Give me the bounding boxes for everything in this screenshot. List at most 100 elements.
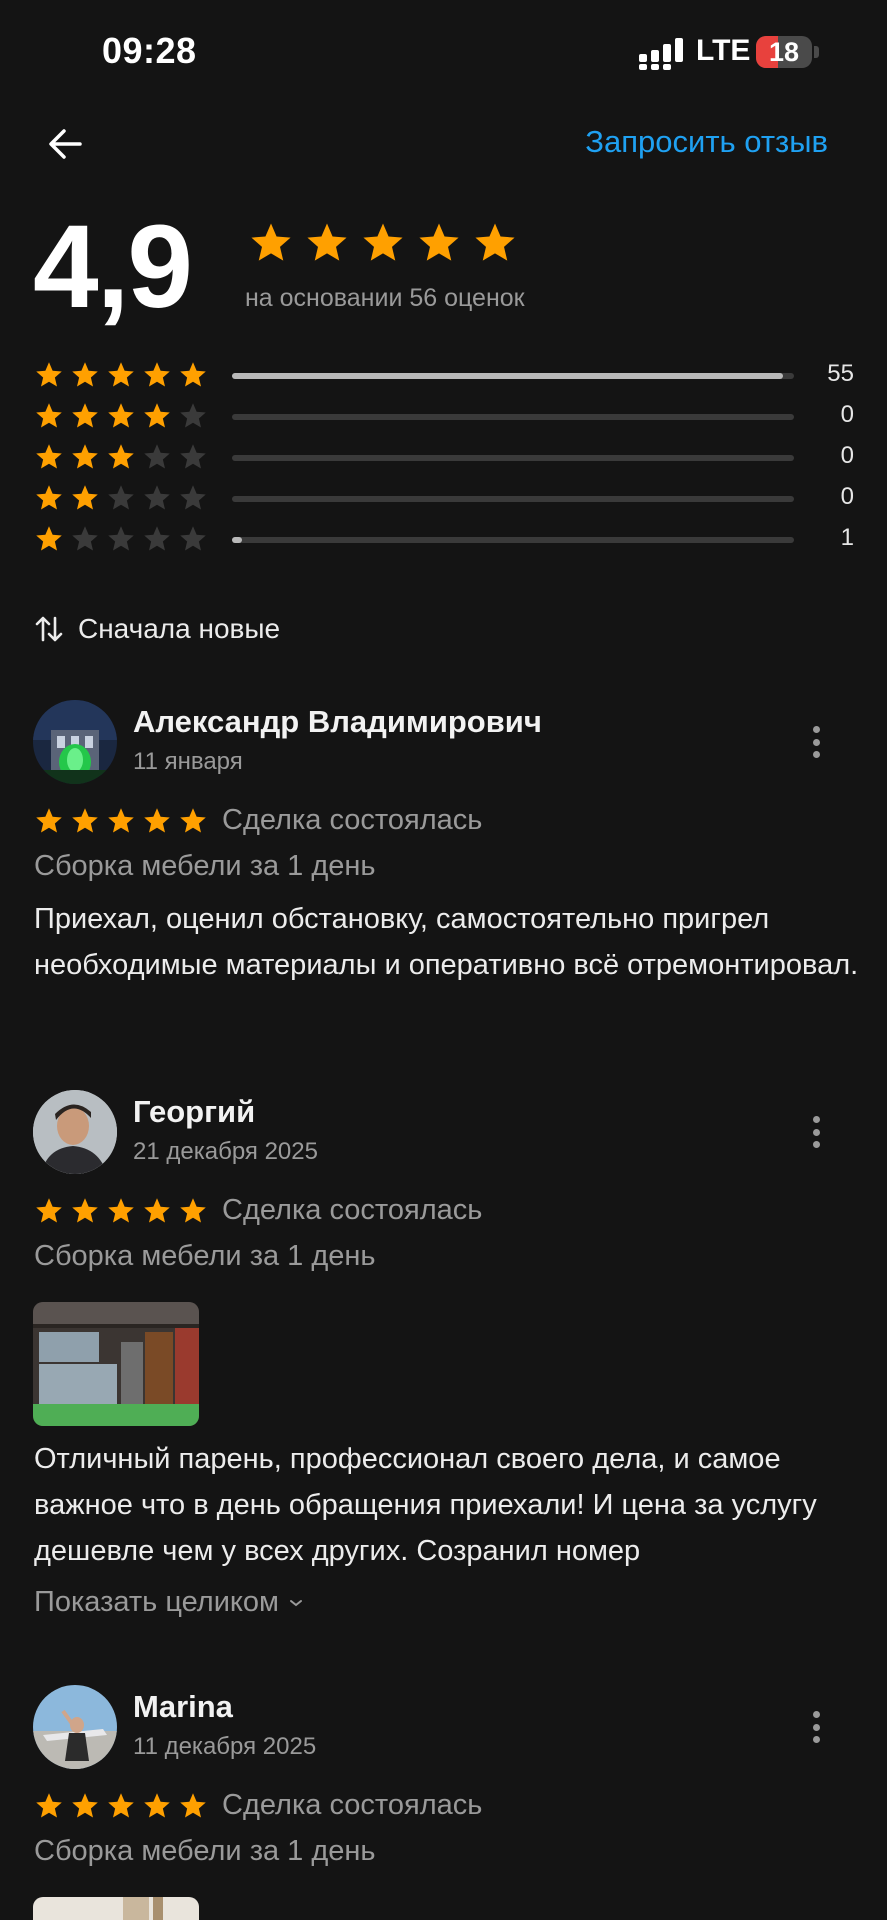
review-service: Сборка мебели за 1 день	[34, 1835, 376, 1867]
star-filled-icon	[180, 362, 206, 387]
star-filled-icon	[36, 1197, 62, 1222]
distribution-stars	[34, 524, 208, 554]
status-time: 09:28	[102, 30, 197, 71]
distribution-count: 0	[840, 442, 854, 469]
star-filled-icon	[307, 223, 347, 261]
star-filled-icon	[36, 444, 62, 469]
avatar[interactable]	[33, 1685, 117, 1769]
status-bar: 09:28 LTE 18	[0, 0, 887, 100]
review-service: Сборка мебели за 1 день	[34, 850, 376, 882]
star-empty-icon	[144, 485, 170, 510]
more-options-icon[interactable]	[806, 722, 826, 762]
star-filled-icon	[144, 403, 170, 428]
review-date: 11 декабря 2025	[133, 1733, 317, 1760]
more-options-icon[interactable]	[806, 1112, 826, 1152]
star-filled-icon	[108, 362, 134, 387]
avatar[interactable]	[33, 1090, 117, 1174]
chevron-down-icon	[290, 1599, 302, 1606]
star-filled-icon	[72, 1197, 98, 1222]
distribution-row: 0	[34, 483, 854, 513]
star-filled-icon	[72, 403, 98, 428]
distribution-bar	[232, 537, 794, 543]
star-filled-icon	[180, 1792, 206, 1817]
distribution-row: 0	[34, 442, 854, 472]
distribution-bar	[232, 414, 794, 420]
review-author[interactable]: Александр Владимирович	[133, 704, 542, 740]
review-author[interactable]: Георгий	[133, 1094, 255, 1130]
star-empty-icon	[180, 403, 206, 428]
star-empty-icon	[72, 526, 98, 551]
sort-button[interactable]: Сначала новые	[34, 613, 280, 645]
star-filled-icon	[144, 1197, 170, 1222]
star-filled-icon	[72, 807, 98, 832]
star-filled-icon	[180, 807, 206, 832]
battery-icon: 18	[756, 36, 812, 68]
distribution-count: 0	[840, 483, 854, 510]
distribution-count: 1	[840, 524, 854, 551]
star-empty-icon	[144, 444, 170, 469]
distribution-stars	[34, 442, 208, 472]
star-filled-icon	[108, 444, 134, 469]
review-rating: Сделка состоялась	[34, 804, 482, 837]
avatar[interactable]	[33, 700, 117, 784]
star-filled-icon	[108, 807, 134, 832]
battery-percent: 18	[768, 37, 800, 67]
review-stars	[34, 1196, 208, 1226]
star-filled-icon	[144, 1792, 170, 1817]
star-filled-icon	[36, 807, 62, 832]
sort-label: Сначала новые	[78, 613, 281, 644]
show-more-label: Показать целиком	[34, 1586, 279, 1618]
distribution-bar	[232, 455, 794, 461]
summary-stars	[248, 220, 518, 266]
review-text: Отличный парень, профессионал своего дел…	[34, 1443, 817, 1567]
distribution-row: 1	[34, 524, 854, 554]
review-date: 11 января	[133, 748, 243, 775]
show-more-button[interactable]: Показать целиком	[34, 1586, 303, 1619]
distribution-row: 0	[34, 401, 854, 431]
distribution-bar-fill	[232, 537, 243, 543]
review-author[interactable]: Marina	[133, 1689, 233, 1725]
review-photo[interactable]	[33, 1302, 199, 1426]
star-empty-icon	[144, 526, 170, 551]
star-filled-icon	[475, 223, 515, 261]
star-filled-icon	[419, 223, 459, 261]
review-date: 21 декабря 2025	[133, 1138, 318, 1165]
distribution-count: 0	[840, 401, 854, 428]
average-rating: 4,9	[33, 201, 193, 333]
network-type: LTE	[696, 34, 751, 67]
distribution-bar-fill	[232, 373, 783, 379]
battery-tip	[814, 46, 819, 58]
review-photo[interactable]	[33, 1897, 199, 1920]
distribution-stars	[34, 483, 208, 513]
star-filled-icon	[144, 807, 170, 832]
review-stars	[34, 1791, 208, 1821]
review-rating: Сделка состоялась	[34, 1789, 482, 1822]
star-filled-icon	[108, 1792, 134, 1817]
distribution-bar	[232, 373, 794, 379]
star-empty-icon	[180, 526, 206, 551]
arrow-left-icon[interactable]	[40, 118, 92, 170]
star-filled-icon	[36, 362, 62, 387]
star-filled-icon	[144, 362, 170, 387]
star-filled-icon	[251, 223, 291, 261]
distribution-count: 55	[827, 360, 854, 387]
star-filled-icon	[72, 485, 98, 510]
sort-arrows-icon	[35, 616, 63, 642]
star-empty-icon	[108, 526, 134, 551]
distribution-stars	[34, 360, 208, 390]
deal-status: Сделка состоялась	[222, 804, 483, 836]
star-empty-icon	[108, 485, 134, 510]
star-filled-icon	[36, 1792, 62, 1817]
deal-status: Сделка состоялась	[222, 1789, 483, 1821]
star-filled-icon	[108, 403, 134, 428]
more-options-icon[interactable]	[806, 1707, 826, 1747]
star-filled-icon	[363, 223, 403, 261]
review-service: Сборка мебели за 1 день	[34, 1240, 376, 1272]
star-filled-icon	[180, 1197, 206, 1222]
star-filled-icon	[72, 1792, 98, 1817]
star-filled-icon	[72, 444, 98, 469]
deal-status: Сделка состоялась	[222, 1194, 483, 1226]
distribution-bar	[232, 496, 794, 502]
request-review-button[interactable]: Запросить отзыв	[585, 124, 828, 160]
review-text: Приехал, оценил обстановку, самостоятель…	[34, 903, 859, 981]
